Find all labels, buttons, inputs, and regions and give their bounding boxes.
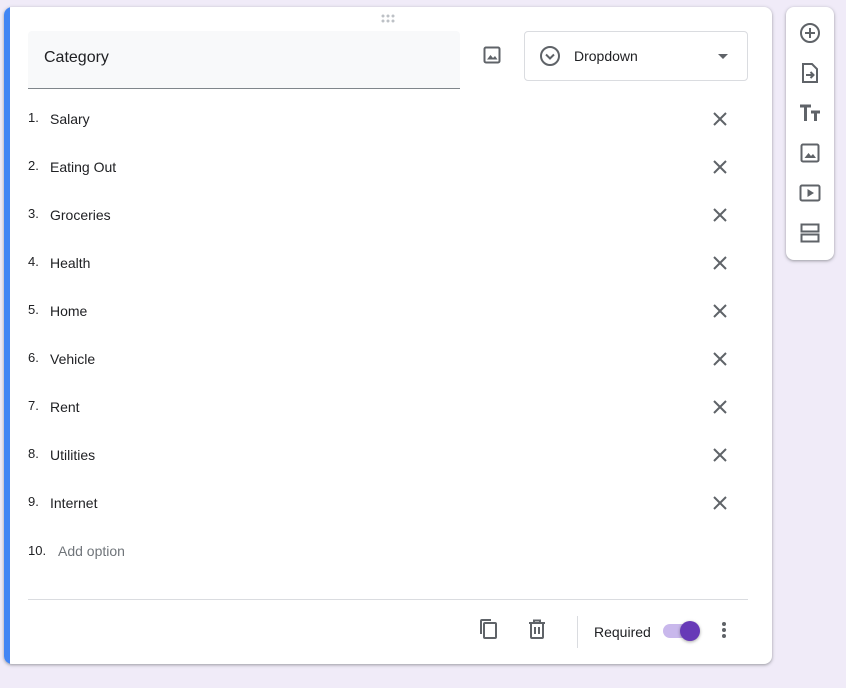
add-circle-icon (799, 22, 821, 44)
option-label[interactable]: Utilities (50, 447, 95, 463)
toggle-knob (680, 621, 700, 641)
add-option-row[interactable]: 10. Add option (4, 537, 772, 565)
remove-option-button[interactable] (708, 107, 732, 131)
footer-divider (28, 599, 748, 600)
add-image-button[interactable] (476, 39, 508, 71)
drag-handle-icon[interactable] (380, 14, 396, 24)
list-item[interactable]: 3. Groceries (4, 191, 772, 239)
question-title: Category (44, 49, 109, 66)
option-number: 8. (28, 446, 39, 461)
options-list: 1. Salary 2. Eating Out 3. Groceries 4. … (4, 95, 772, 527)
required-toggle[interactable] (662, 619, 702, 643)
option-number: 2. (28, 158, 39, 173)
add-question-button[interactable] (798, 21, 822, 45)
close-icon (713, 496, 727, 510)
close-icon (713, 160, 727, 174)
image-icon (483, 46, 501, 64)
more-vert-icon (712, 618, 736, 642)
option-number: 9. (28, 494, 39, 509)
required-label: Required (594, 624, 651, 640)
option-number: 5. (28, 302, 39, 317)
add-video-button[interactable] (798, 181, 822, 205)
close-icon (713, 448, 727, 462)
add-option-input[interactable]: Add option (58, 543, 125, 559)
footer-separator (577, 616, 578, 648)
question-type-label: Dropdown (574, 48, 638, 64)
close-icon (713, 112, 727, 126)
remove-option-button[interactable] (708, 395, 732, 419)
option-number: 1. (28, 110, 39, 125)
remove-option-button[interactable] (708, 155, 732, 179)
option-label[interactable]: Groceries (50, 207, 111, 223)
list-item[interactable]: 9. Internet (4, 479, 772, 527)
add-image-tool-button[interactable] (798, 141, 822, 165)
question-card: Category Dropdown 1. Salary 2. Eating Ou… (4, 7, 772, 664)
import-icon (801, 62, 819, 84)
more-options-button[interactable] (712, 618, 736, 642)
close-icon (713, 352, 727, 366)
list-item[interactable]: 8. Utilities (4, 431, 772, 479)
close-icon (713, 400, 727, 414)
remove-option-button[interactable] (708, 203, 732, 227)
add-title-button[interactable] (798, 101, 822, 125)
remove-option-button[interactable] (708, 299, 732, 323)
dropdown-circle-icon (539, 45, 561, 67)
trash-icon (528, 619, 546, 639)
close-icon (713, 256, 727, 270)
option-label[interactable]: Home (50, 303, 87, 319)
delete-button[interactable] (525, 617, 549, 641)
section-icon (800, 223, 820, 243)
remove-option-button[interactable] (708, 251, 732, 275)
list-item[interactable]: 1. Salary (4, 95, 772, 143)
remove-option-button[interactable] (708, 491, 732, 515)
option-label[interactable]: Health (50, 255, 90, 271)
remove-option-button[interactable] (708, 443, 732, 467)
option-label[interactable]: Vehicle (50, 351, 95, 367)
title-icon (799, 104, 821, 122)
video-icon (799, 184, 821, 202)
duplicate-icon (478, 618, 498, 640)
question-title-input[interactable]: Category (28, 31, 460, 89)
option-number: 6. (28, 350, 39, 365)
option-label[interactable]: Eating Out (50, 159, 116, 175)
close-icon (713, 208, 727, 222)
option-label[interactable]: Internet (50, 495, 97, 511)
option-label[interactable]: Salary (50, 111, 90, 127)
chevron-down-icon (718, 54, 728, 59)
image-icon (800, 143, 820, 163)
duplicate-button[interactable] (476, 617, 500, 641)
option-label[interactable]: Rent (50, 399, 80, 415)
import-questions-button[interactable] (798, 61, 822, 85)
close-icon (713, 304, 727, 318)
option-number: 4. (28, 254, 39, 269)
list-item[interactable]: 5. Home (4, 287, 772, 335)
list-item[interactable]: 4. Health (4, 239, 772, 287)
option-number: 3. (28, 206, 39, 221)
floating-toolbar (786, 7, 834, 260)
list-item[interactable]: 6. Vehicle (4, 335, 772, 383)
option-number: 7. (28, 398, 39, 413)
list-item[interactable]: 7. Rent (4, 383, 772, 431)
option-number: 10. (28, 543, 47, 558)
add-section-button[interactable] (798, 221, 822, 245)
list-item[interactable]: 2. Eating Out (4, 143, 772, 191)
remove-option-button[interactable] (708, 347, 732, 371)
question-type-select[interactable]: Dropdown (524, 31, 748, 81)
